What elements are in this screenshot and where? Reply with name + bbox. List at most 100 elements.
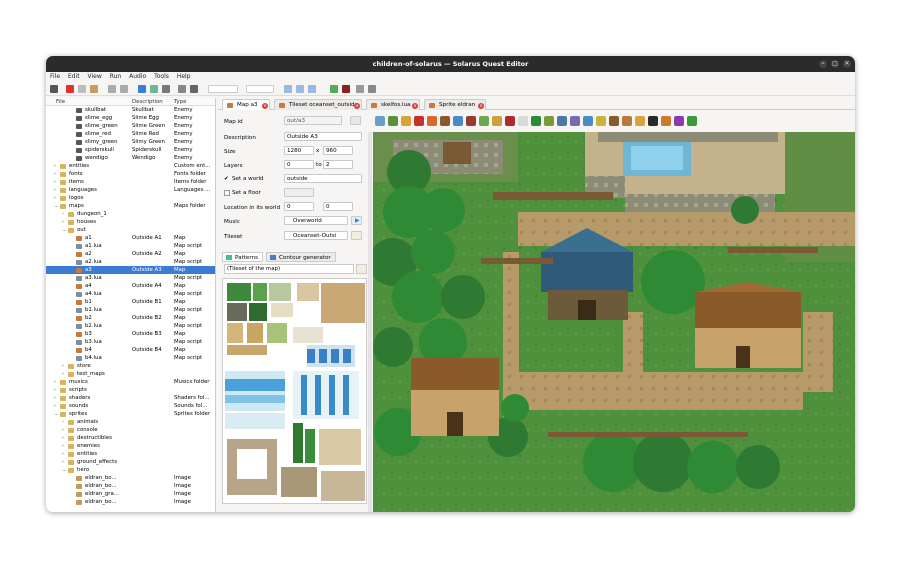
tree-row[interactable]: b2.lua Map script: [46, 322, 215, 330]
tab-contour-generator[interactable]: Contour generator: [266, 252, 336, 262]
location-y-field[interactable]: 0: [323, 202, 353, 211]
entity-type-icon[interactable]: [687, 116, 697, 126]
tree-row[interactable]: › logos: [46, 194, 215, 202]
zoom-field[interactable]: [208, 85, 238, 93]
tree-row[interactable]: › houses: [46, 218, 215, 226]
entity-type-icon[interactable]: [479, 116, 489, 126]
close-tab-icon[interactable]: ✕: [412, 103, 418, 109]
expand-arrow-icon[interactable]: ⌄: [54, 410, 58, 418]
obstacle-icon[interactable]: [342, 85, 350, 93]
entity-type-icon[interactable]: [518, 116, 528, 126]
expand-arrow-icon[interactable]: ⌄: [54, 202, 58, 210]
traversable-icon[interactable]: [330, 85, 338, 93]
copy-icon[interactable]: [78, 85, 86, 93]
entity-type-icon[interactable]: [388, 116, 398, 126]
tree-row[interactable]: › ground_effects: [46, 458, 215, 466]
size-width-field[interactable]: 1280: [284, 146, 314, 155]
tree-row[interactable]: › destructibles: [46, 434, 215, 442]
tree-row[interactable]: › shaders Shaders fol...: [46, 394, 215, 402]
column-description[interactable]: Description: [132, 99, 163, 105]
save-icon[interactable]: [50, 85, 58, 93]
settings-icon[interactable]: [190, 85, 198, 93]
tree-row[interactable]: ⌄ sprites Sprites folder: [46, 410, 215, 418]
menu-help[interactable]: Help: [177, 73, 191, 80]
tree-row[interactable]: › entities: [46, 450, 215, 458]
layers-min-field[interactable]: 0: [284, 160, 314, 169]
tree-row[interactable]: eldran_bo... Image: [46, 498, 215, 506]
music-select[interactable]: Overworld: [284, 216, 348, 225]
world-field[interactable]: outside: [284, 174, 362, 183]
zoom-icon[interactable]: [178, 85, 186, 93]
expand-arrow-icon[interactable]: ›: [54, 386, 56, 394]
expand-arrow-icon[interactable]: ›: [62, 210, 64, 218]
tree-row[interactable]: eldran_bo... Image: [46, 474, 215, 482]
run-icon[interactable]: [138, 85, 146, 93]
tileset-selector[interactable]: (Tileset of the map): [224, 264, 354, 274]
entity-type-icon[interactable]: [583, 116, 593, 126]
tree-row[interactable]: › musics Musics folder: [46, 378, 215, 386]
entity-type-icon[interactable]: [375, 116, 385, 126]
tree-row[interactable]: b1 Outside B1 Map: [46, 298, 215, 306]
tree-row[interactable]: › console: [46, 426, 215, 434]
tree-row[interactable]: b4 Outside B4 Map: [46, 346, 215, 354]
entity-type-icon[interactable]: [440, 116, 450, 126]
tree-row[interactable]: wendigo Wendigo Enemy: [46, 154, 215, 162]
tree-row[interactable]: › sounds Sounds fol...: [46, 402, 215, 410]
menu-audio[interactable]: Audio: [129, 73, 146, 80]
entity-type-icon[interactable]: [570, 116, 580, 126]
set-world-checkbox[interactable]: ✔: [224, 176, 229, 182]
close-window-icon[interactable]: ✕: [843, 60, 851, 68]
play-music-icon[interactable]: ▶: [351, 216, 362, 225]
tree-row[interactable]: b2 Outside B2 Map: [46, 314, 215, 322]
column-type[interactable]: Type: [174, 99, 186, 105]
redo-icon[interactable]: [120, 85, 128, 93]
close-tab-icon[interactable]: ✕: [354, 103, 360, 109]
expand-arrow-icon[interactable]: ›: [54, 378, 56, 386]
entity-type-icon[interactable]: [544, 116, 554, 126]
expand-arrow-icon[interactable]: ›: [62, 434, 64, 442]
tab-patterns[interactable]: Patterns: [222, 252, 264, 262]
layers-max-field[interactable]: 2: [323, 160, 353, 169]
editor-tab[interactable]: skelfos.lua ✕: [366, 99, 420, 110]
expand-arrow-icon[interactable]: ›: [54, 394, 56, 402]
edit-tileset-pattern-icon[interactable]: [356, 264, 367, 274]
menu-tools[interactable]: Tools: [154, 73, 169, 80]
minimize-icon[interactable]: –: [819, 60, 827, 68]
expand-arrow-icon[interactable]: ›: [62, 418, 64, 426]
layer-2-icon[interactable]: [308, 85, 316, 93]
expand-arrow-icon[interactable]: ›: [62, 442, 64, 450]
tree-row[interactable]: slimy_green Slimy Green Enemy: [46, 138, 215, 146]
size-height-field[interactable]: 960: [323, 146, 353, 155]
close-tab-icon[interactable]: ✕: [262, 103, 268, 109]
close-tab-icon[interactable]: ✕: [478, 103, 484, 109]
tree-row[interactable]: › entities Custom ent...: [46, 162, 215, 170]
entity-type-icon[interactable]: [648, 116, 658, 126]
set-floor-checkbox[interactable]: [224, 190, 230, 196]
expand-arrow-icon[interactable]: ›: [54, 162, 56, 170]
tree-row[interactable]: a4.lua Map script: [46, 290, 215, 298]
column-file[interactable]: File: [56, 99, 65, 105]
tree-row[interactable]: › fonts Fonts folder: [46, 170, 215, 178]
menu-view[interactable]: View: [88, 73, 102, 80]
tree-row[interactable]: b4.lua Map script: [46, 354, 215, 362]
grid-icon[interactable]: [162, 85, 170, 93]
tileset-view[interactable]: [222, 278, 367, 504]
expand-arrow-icon[interactable]: ⌄: [62, 226, 66, 234]
tree-row[interactable]: a1.lua Map script: [46, 242, 215, 250]
editor-tab[interactable]: Sprite eldran ✕: [424, 99, 486, 110]
paste-icon[interactable]: [90, 85, 98, 93]
layer-0-icon[interactable]: [284, 85, 292, 93]
entity-type-icon[interactable]: [492, 116, 502, 126]
entity-type-icon[interactable]: [661, 116, 671, 126]
tree-row[interactable]: slime_egg Slime Egg Enemy: [46, 114, 215, 122]
tree-row[interactable]: a3 Outside A3 Map: [46, 266, 215, 274]
entity-type-icon[interactable]: [557, 116, 567, 126]
tree-row[interactable]: › languages Languages ...: [46, 186, 215, 194]
tree-row[interactable]: ⌄ hero: [46, 466, 215, 474]
expand-arrow-icon[interactable]: ›: [54, 194, 56, 202]
cut-icon[interactable]: [66, 85, 74, 93]
expand-arrow-icon[interactable]: ⌄: [62, 466, 66, 474]
maximize-icon[interactable]: □: [831, 60, 839, 68]
entity-type-icon[interactable]: [622, 116, 632, 126]
menu-file[interactable]: File: [50, 73, 60, 80]
